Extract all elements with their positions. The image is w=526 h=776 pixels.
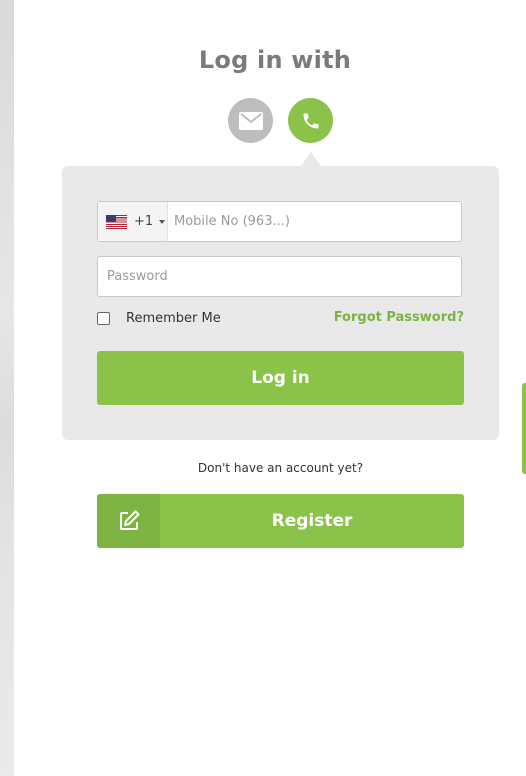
login-title: Log in with — [198, 46, 352, 74]
password-input[interactable] — [107, 257, 452, 296]
mobile-number-field: +1 — [97, 201, 462, 242]
register-button-label: Register — [271, 511, 353, 531]
us-flag-icon — [106, 214, 127, 229]
chevron-down-icon — [159, 219, 166, 224]
country-code-selector[interactable]: +1 — [98, 202, 168, 241]
edit-icon — [119, 510, 139, 530]
left-edge-panel — [0, 0, 14, 776]
remember-me-label[interactable]: Remember Me — [126, 311, 221, 326]
register-button[interactable]: Register — [97, 494, 464, 548]
email-login-method-button[interactable] — [228, 98, 273, 143]
login-button[interactable]: Log in — [97, 351, 464, 405]
active-method-pointer — [301, 152, 321, 166]
password-field — [97, 256, 462, 297]
mobile-number-input[interactable] — [174, 202, 454, 241]
phone-icon — [303, 113, 318, 128]
remember-me-checkbox[interactable] — [97, 312, 110, 325]
register-icon-box — [97, 494, 160, 548]
envelope-icon — [238, 111, 263, 130]
country-dial-code: +1 — [134, 214, 154, 229]
phone-login-method-button[interactable] — [288, 98, 333, 143]
forgot-password-link[interactable]: Forgot Password? — [334, 310, 464, 325]
no-account-prompt: Don't have an account yet? — [197, 461, 364, 475]
